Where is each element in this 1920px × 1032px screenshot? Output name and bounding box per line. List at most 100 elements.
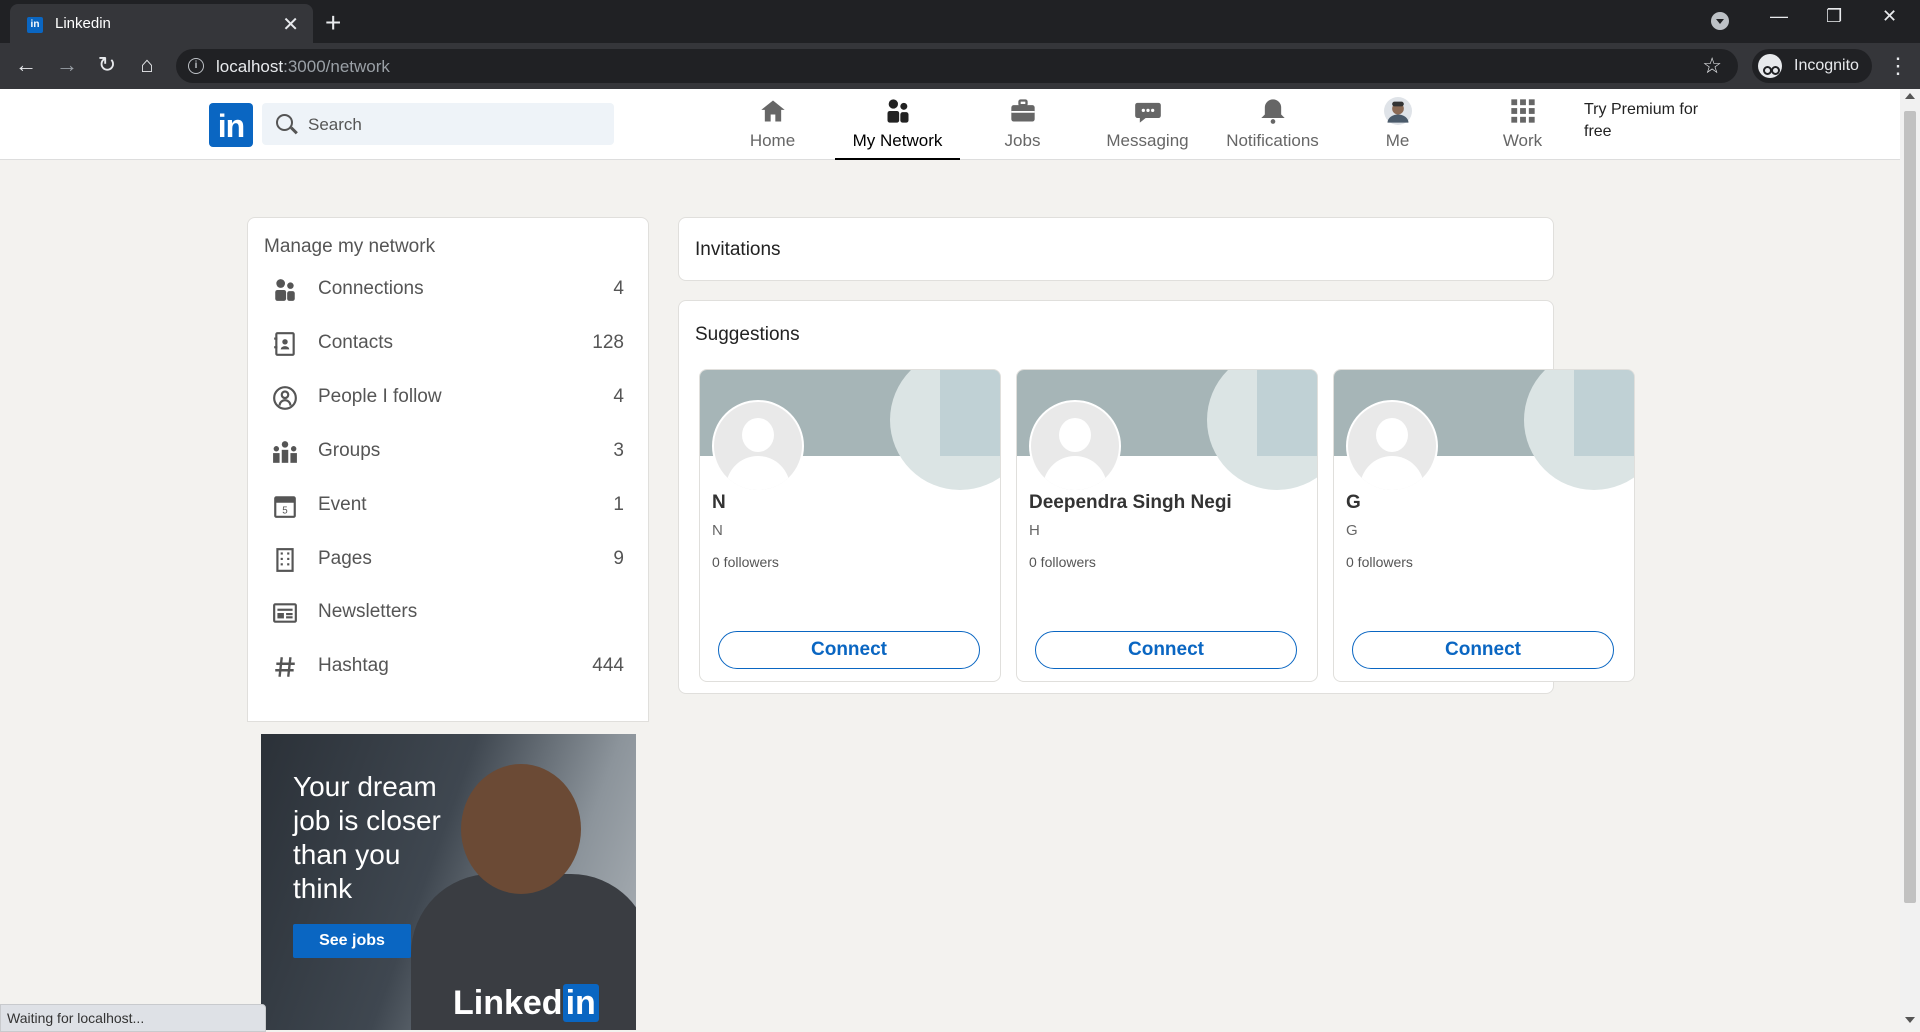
jobs-ad-banner[interactable]: Your dream job is closer than you think … [261,734,636,1030]
nav-work[interactable]: Work [1460,89,1585,159]
sidebar-item-count: 3 [613,440,624,461]
scroll-down-arrow-icon[interactable] [1905,1017,1915,1023]
browser-status-bar: Waiting for localhost... [0,1004,266,1032]
restore-icon[interactable]: ❐ [1826,6,1842,27]
sidebar-item-newsletters[interactable]: Newsletters [248,591,648,635]
connect-button[interactable]: Connect [1035,631,1297,669]
sidebar-item-count: 4 [613,278,624,299]
see-jobs-button[interactable]: See jobs [293,924,411,958]
tab-search-icon[interactable] [1711,12,1729,30]
suggestion-headline: N [712,522,723,539]
sidebar-item-hashtag[interactable]: Hashtag 444 [248,645,648,689]
home-icon [761,100,785,122]
forward-icon[interactable]: → [53,52,81,78]
url-path: :3000/network [283,57,390,76]
new-tab-icon[interactable]: + [325,7,341,39]
sidebar-item-count: 4 [613,386,624,407]
follow-icon [273,386,297,410]
people-icon [275,279,295,301]
sidebar-item-label: Event [318,494,367,515]
sidebar-item-label: Contacts [318,332,393,353]
window-close-icon[interactable]: ✕ [1882,6,1897,27]
scroll-thumb[interactable] [1904,111,1916,903]
back-icon[interactable]: ← [12,52,40,78]
connect-button[interactable]: Connect [1352,631,1614,669]
linkedin-favicon-icon: in [27,17,43,33]
sidebar-item-label: Connections [318,278,424,299]
sidebar-item-connections[interactable]: Connections 4 [248,268,648,312]
profile-avatar[interactable] [1029,400,1121,492]
suggestion-name[interactable]: Deependra Singh Negi [1029,492,1232,514]
ad-line-3: than you [293,839,401,870]
suggestion-name[interactable]: N [712,492,726,514]
sidebar-item-contacts[interactable]: Contacts 128 [248,322,648,366]
sidebar-item-pages[interactable]: Pages 9 [248,538,648,582]
sidebar-item-label: Groups [318,440,381,461]
suggestion-headline: H [1029,522,1040,539]
minimize-icon[interactable]: — [1770,6,1788,27]
profile-avatar[interactable] [1346,400,1438,492]
url-host: localhost [216,57,284,76]
search-container [262,103,614,145]
connect-button[interactable]: Connect [718,631,980,669]
site-info-icon[interactable]: i [188,58,204,74]
nav-messaging[interactable]: Messaging [1085,89,1210,159]
sidebar-item-groups[interactable]: Groups 3 [248,430,648,474]
suggestion-card: Deependra Singh Negi H 0 followers Conne… [1016,369,1318,682]
nav-home-label: Home [749,131,796,150]
browser-toolbar: ← → ↻ ⌂ i localhost:3000/network ☆ Incog… [0,43,1920,89]
premium-line-2: free [1584,123,1612,140]
suggestion-name[interactable]: G [1346,492,1361,514]
url-text[interactable]: localhost:3000/network [216,57,390,77]
reload-icon[interactable]: ↻ [93,52,121,78]
status-text: Waiting for localhost... [7,1010,145,1026]
ad-brand-in: in [562,984,599,1022]
nav-my-network[interactable]: My Network [835,89,960,160]
suggestion-card: N N 0 followers Connect [699,369,1001,682]
bookmark-star-icon[interactable]: ☆ [1702,53,1722,79]
browser-tab[interactable]: in Linkedin ✕ [10,4,313,43]
invitations-title[interactable]: Invitations [695,239,781,261]
sidebar-item-label: People I follow [318,386,442,407]
browser-menu-icon[interactable]: ⋮ [1887,53,1909,79]
sidebar-item-people-i-follow[interactable]: People I follow 4 [248,376,648,420]
sidebar-title: Manage my network [264,236,436,257]
sidebar-item-event[interactable]: 5 Event 1 [248,484,648,528]
incognito-profile-button[interactable]: Incognito [1752,49,1872,83]
briefcase-icon [1011,99,1035,122]
linkedin-logo[interactable]: in [209,103,253,147]
sidebar-item-label: Hashtag [318,655,389,676]
sidebar-item-count: 128 [592,332,624,353]
home-browser-icon[interactable]: ⌂ [133,52,161,78]
nav-notifications[interactable]: Notifications [1210,89,1335,159]
nav-notifications-label: Notifications [1226,131,1319,150]
search-icon [276,114,293,131]
suggestions-card: Suggestions N N 0 followers Connect Deep… [678,300,1635,694]
scroll-up-arrow-icon[interactable] [1905,93,1915,99]
nav-my-network-label: My Network [852,131,943,150]
address-bar[interactable]: i localhost:3000/network ☆ [176,49,1738,83]
suggestions-title: Suggestions [695,324,800,345]
invitations-card: Invitations [678,217,1554,281]
page-scrollbar[interactable] [1900,89,1920,1030]
chat-icon [1135,102,1161,123]
manage-network-panel: Manage my network Connections 4 Contacts… [247,217,649,722]
nav-me[interactable]: Me [1335,89,1460,159]
avatar [1384,97,1412,125]
calendar-icon: 5 [274,496,296,518]
tab-title: Linkedin [55,15,111,32]
suggestion-followers: 0 followers [712,554,779,570]
building-icon [276,548,294,572]
profile-avatar[interactable] [712,400,804,492]
tab-close-icon[interactable]: ✕ [282,12,299,37]
incognito-icon [1758,54,1782,78]
try-premium-link[interactable]: Try Premium for free [1584,99,1719,143]
nav-home[interactable]: Home [710,89,835,159]
sidebar-item-count: 444 [592,655,624,676]
nav-jobs-label: Jobs [1004,131,1041,150]
search-input[interactable] [306,112,600,138]
nav-jobs[interactable]: Jobs [960,89,1085,159]
ad-line-4: think [293,873,353,904]
suggestion-headline: G [1346,522,1358,539]
ad-photo-head [461,764,581,894]
